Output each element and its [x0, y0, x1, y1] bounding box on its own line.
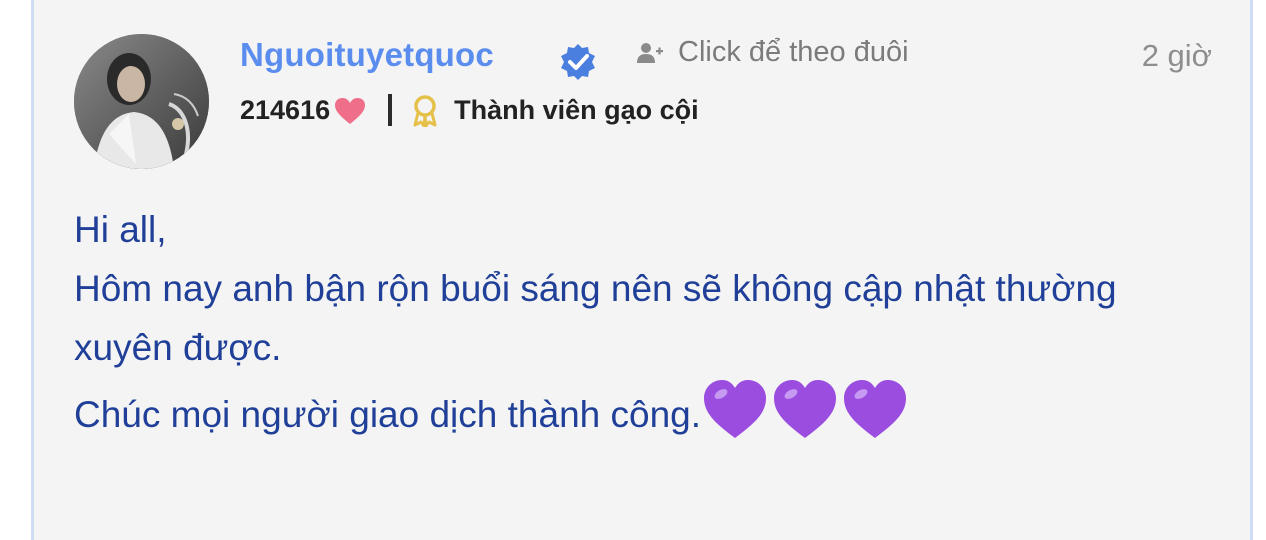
follow-button[interactable]: Click để theo đuôi — [636, 36, 909, 69]
purple-heart-emoji — [774, 380, 837, 438]
post-message: Hôm nay anh bận rộn buổi sáng nên sẽ khô… — [74, 268, 1117, 368]
post-body: Hi all, Hôm nay anh bận rộn buổi sáng nê… — [74, 200, 1224, 444]
rank-label: Thành viên gạo cội — [454, 94, 699, 125]
post-closing: Chúc mọi người giao dịch thành công. — [74, 377, 1224, 444]
post-timestamp: 2 giờ — [1141, 38, 1212, 73]
purple-heart-emoji — [704, 380, 767, 438]
follow-label: Click để theo đuôi — [678, 36, 909, 68]
heart-icon — [335, 98, 366, 124]
post-greeting: Hi all, — [74, 209, 167, 250]
points-count: 214616 — [240, 94, 331, 125]
username-link[interactable]: Nguoituyetquoc — [240, 36, 494, 74]
post-closing-text: Chúc mọi người giao dịch thành công. — [74, 394, 702, 435]
check-badge-icon — [561, 44, 595, 80]
avatar-photo — [74, 34, 209, 169]
stats-divider — [388, 94, 393, 126]
avatar[interactable] — [74, 34, 209, 169]
add-user-icon — [637, 42, 663, 63]
author-stats: 214616 Thành viên gạo cội — [240, 90, 699, 130]
post-card: Nguoituyetquoc Click để theo đuôi 2 giờ … — [31, 0, 1253, 540]
award-ribbon-icon — [413, 95, 437, 127]
purple-heart-emoji — [844, 380, 907, 438]
purple-heart-emoji-group — [701, 377, 909, 441]
